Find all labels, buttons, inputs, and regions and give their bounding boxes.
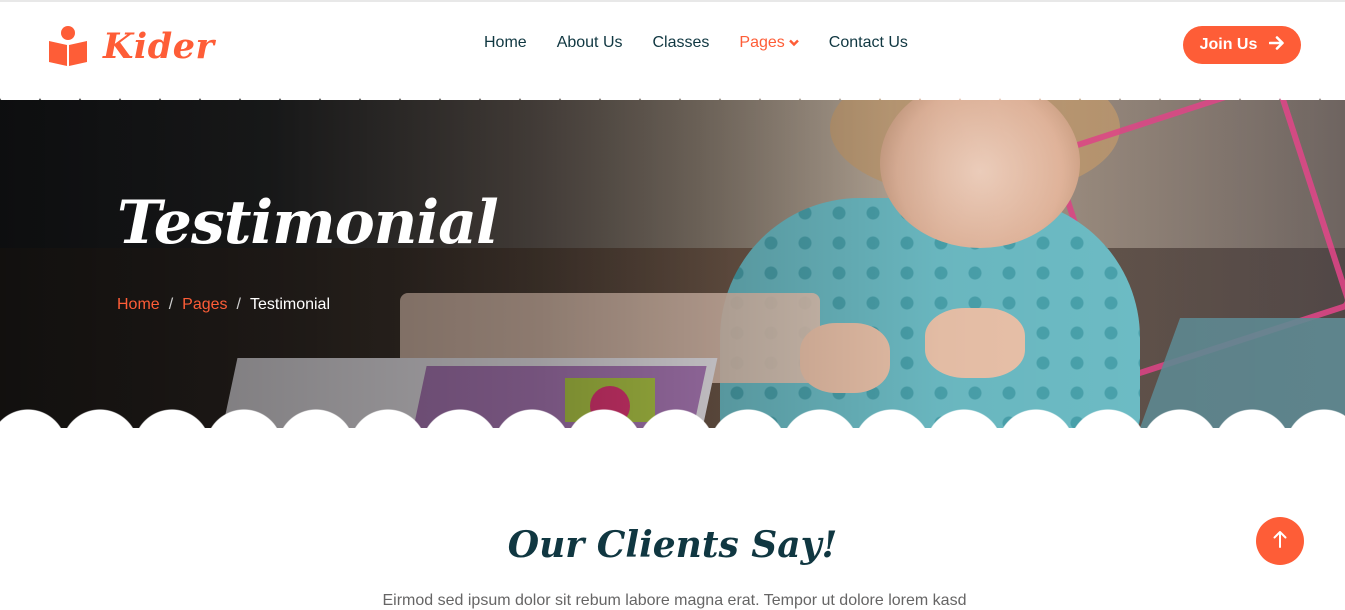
brand-logo[interactable]: Kider [47, 24, 214, 68]
book-reader-icon [47, 25, 89, 67]
nav-item-contact-us[interactable]: Contact Us [829, 34, 908, 52]
nav-item-classes[interactable]: Classes [653, 34, 710, 52]
section-subtitle: Eirmod sed ipsum dolor sit rebum labore … [382, 592, 967, 609]
page-header-hero [0, 88, 1345, 428]
nav-label: Pages [739, 34, 785, 51]
nav-label: Contact Us [828, 34, 908, 51]
arrow-up-icon [1272, 529, 1288, 554]
breadcrumb-pages[interactable]: Pages [182, 296, 227, 314]
nav-label: Home [484, 34, 527, 51]
nav-item-about-us[interactable]: About Us [557, 34, 623, 52]
nav-item-pages-dropdown[interactable]: Pages [739, 34, 799, 52]
breadcrumb-separator: / [168, 296, 174, 313]
breadcrumb-home[interactable]: Home [117, 296, 160, 314]
page-title: Testimonial [117, 188, 499, 258]
hero-overlay [0, 88, 1345, 428]
breadcrumb: Home / Pages / Testimonial [117, 296, 330, 314]
scallop-divider-top [0, 88, 1345, 100]
join-us-label: Join Us [1199, 36, 1258, 53]
nav-label: Classes [652, 34, 710, 51]
chevron-down-icon [788, 34, 799, 52]
brand-name: Kider [103, 25, 215, 67]
scallop-divider-bottom [0, 408, 1345, 430]
arrow-right-icon [1269, 35, 1285, 55]
main-nav: Home About Us Classes Pages Contact Us [484, 34, 938, 52]
section-title: Our Clients Say! [507, 524, 838, 566]
back-to-top-button[interactable] [1256, 517, 1304, 565]
nav-label: About Us [556, 34, 623, 51]
breadcrumb-separator: / [236, 296, 241, 313]
navbar: Kider Home About Us Classes Pages Contac… [0, 2, 1345, 88]
nav-item-home[interactable]: Home [484, 34, 527, 52]
join-us-button[interactable]: Join Us [1183, 26, 1301, 64]
breadcrumb-current: Testimonial [249, 296, 330, 313]
